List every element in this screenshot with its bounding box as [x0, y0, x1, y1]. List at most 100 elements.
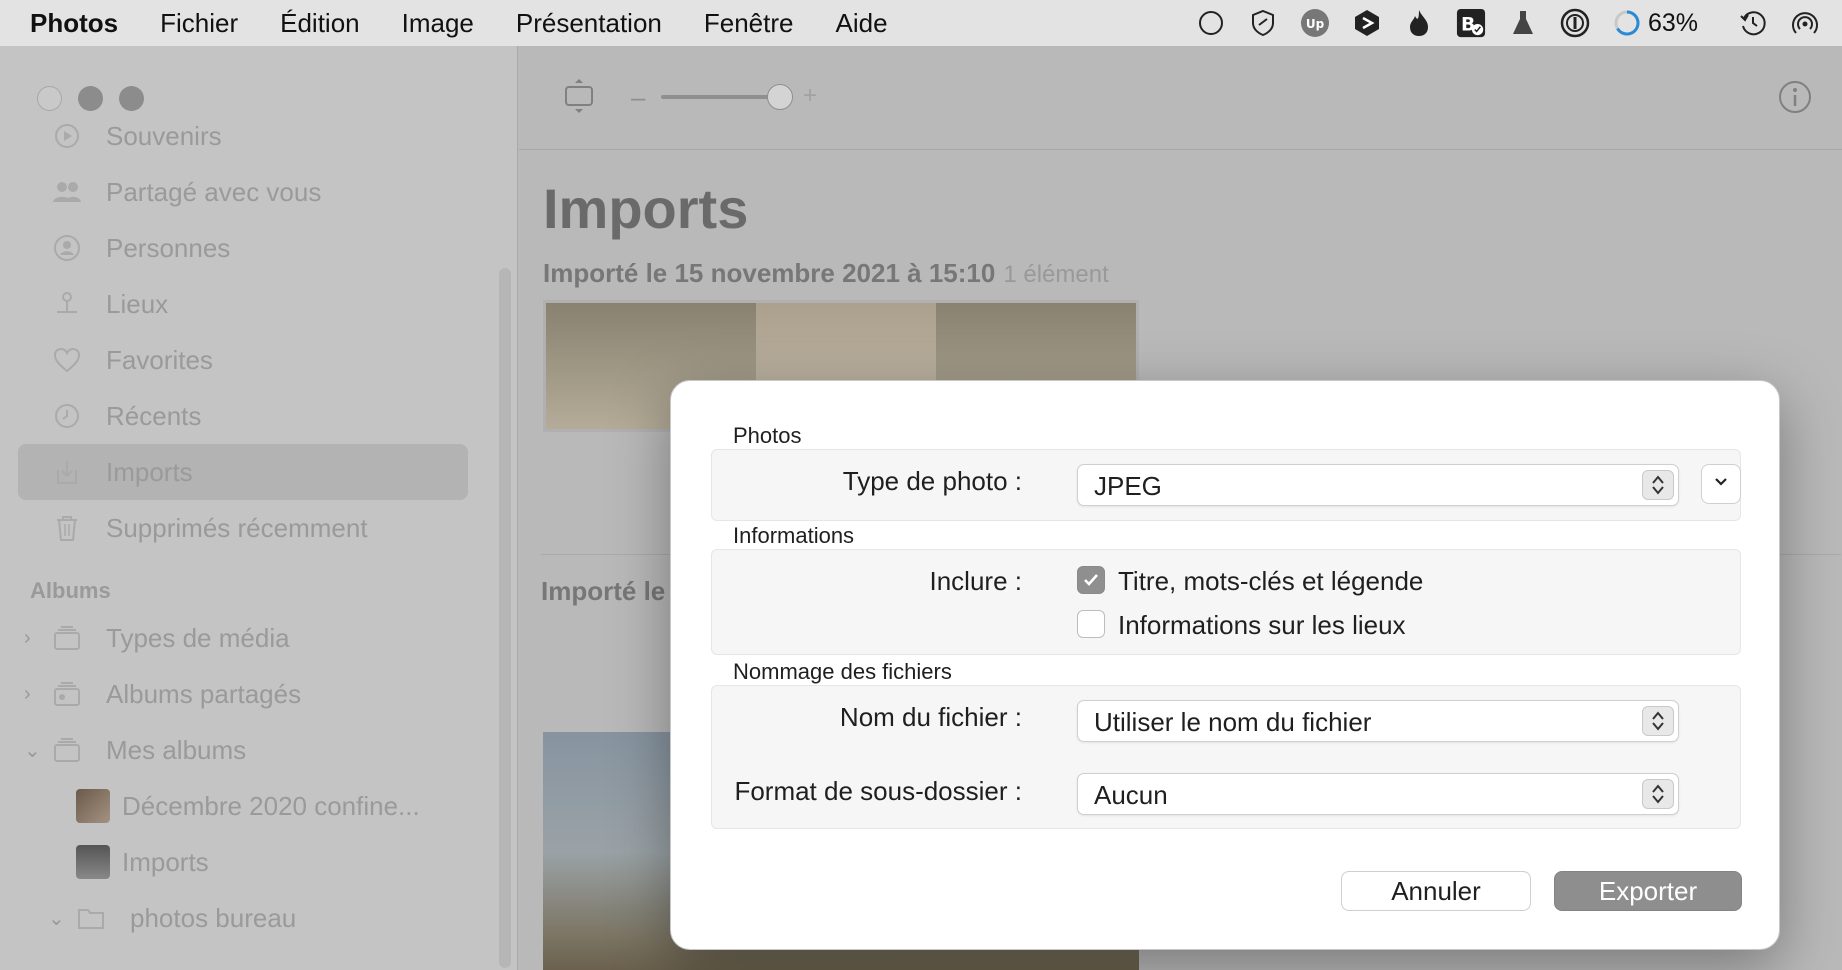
- import-group-header: Importé le 15 novembre 2021 à 15:10 1 élé…: [543, 258, 1109, 289]
- sidebar-album-imports[interactable]: Imports: [18, 834, 468, 890]
- filename-label: Nom du fichier :: [839, 702, 1022, 732]
- sidebar-item-label: Décembre 2020 confine...: [122, 790, 420, 821]
- albums-header: Albums: [30, 578, 111, 603]
- chevron-right-icon[interactable]: ›: [24, 627, 52, 650]
- sidebar-album-partages[interactable]: › Albums partagés: [18, 666, 468, 722]
- cancel-button[interactable]: Annuler: [1341, 871, 1531, 911]
- svg-text:Up: Up: [1306, 17, 1325, 31]
- import-date-2: Importé le: [541, 576, 666, 606]
- menu-fichier[interactable]: Fichier: [160, 8, 238, 39]
- chevron-down-icon: [1713, 475, 1729, 493]
- informations-group: Inclure : Titre, mots-clés et légende In…: [711, 549, 1741, 655]
- chevron-down-icon[interactable]: ⌄: [24, 738, 52, 763]
- bear-check-icon[interactable]: B: [1456, 8, 1486, 38]
- sidebar-item-label: Imports: [122, 846, 209, 877]
- import-date: Importé le 15 novembre 2021 à 15:10: [543, 258, 996, 288]
- sidebar-item-recents[interactable]: Récents: [18, 388, 468, 444]
- sidebar-list: Souvenirs Partagé avec vous Personnes Li…: [18, 108, 468, 946]
- sidebar-item-label: photos bureau: [130, 902, 297, 933]
- photo-type-select[interactable]: JPEG: [1077, 464, 1679, 506]
- photos-group: Type de photo : JPEG: [711, 449, 1741, 521]
- export-dialog: Photos Type de photo : JPEG Informations…: [670, 380, 1780, 950]
- album-stack-icon: [52, 623, 82, 653]
- status-area: Up B 63%: [1196, 0, 1842, 46]
- filename-select[interactable]: Utiliser le nom du fichier: [1077, 700, 1679, 742]
- zoom-out-icon[interactable]: –: [631, 82, 645, 113]
- shortcut-icon[interactable]: [1352, 8, 1382, 38]
- photo-type-label: Type de photo :: [842, 466, 1022, 496]
- menu-bar: Photos Fichier Édition Image Présentatio…: [0, 0, 1842, 46]
- heart-icon: [52, 345, 82, 375]
- clock-icon: [52, 401, 82, 431]
- include-title-checkbox[interactable]: [1077, 566, 1105, 594]
- include-location-checkbox[interactable]: [1077, 610, 1105, 638]
- export-button[interactable]: Exporter: [1554, 871, 1742, 911]
- filename-value: Utiliser le nom du fichier: [1094, 707, 1372, 737]
- sidebar-item-supprimes[interactable]: Supprimés récemment: [18, 500, 468, 556]
- sidebar-item-label: Partagé avec vous: [106, 176, 322, 207]
- airdrop-icon[interactable]: [1790, 8, 1820, 38]
- person-circle-icon: [52, 233, 82, 263]
- sidebar-folder-photos-bureau[interactable]: ⌄ photos bureau: [18, 890, 468, 946]
- menu-fenetre[interactable]: Fenêtre: [704, 8, 794, 39]
- sidebar-item-personnes[interactable]: Personnes: [18, 220, 468, 276]
- sidebar-item-lieux[interactable]: Lieux: [18, 276, 468, 332]
- onepassword-icon[interactable]: [1560, 8, 1590, 38]
- upwork-icon[interactable]: Up: [1300, 8, 1330, 38]
- shield-link-icon[interactable]: [1248, 8, 1278, 38]
- sidebar-item-label: Favorites: [106, 344, 213, 375]
- album-thumbnail: [76, 789, 110, 823]
- circle-icon[interactable]: [1196, 8, 1226, 38]
- sidebar-item-label: Imports: [106, 456, 193, 487]
- include-title-label: Titre, mots-clés et légende: [1118, 566, 1424, 596]
- flask-icon[interactable]: [1508, 8, 1538, 38]
- import-count: 1 élément: [1003, 261, 1109, 288]
- toolbar: – +: [519, 46, 1842, 150]
- subfolder-label: Format de sous-dossier :: [734, 776, 1022, 806]
- subfolder-select[interactable]: Aucun: [1077, 773, 1679, 815]
- details-disclosure-button[interactable]: [1701, 464, 1741, 504]
- pin-icon: [52, 289, 82, 319]
- nommage-group: Nom du fichier : Utiliser le nom du fich…: [711, 685, 1741, 829]
- sidebar-scrollbar[interactable]: [499, 268, 511, 968]
- shared-album-icon: [52, 679, 82, 709]
- zoom-slider[interactable]: [661, 95, 779, 99]
- subfolder-value: Aucun: [1094, 780, 1168, 810]
- sidebar-album-decembre[interactable]: Décembre 2020 confine...: [18, 778, 468, 834]
- album-thumbnail: [76, 845, 110, 879]
- zoom-in-icon[interactable]: +: [803, 82, 817, 110]
- sidebar-item-favorites[interactable]: Favorites: [18, 332, 468, 388]
- time-machine-icon[interactable]: [1738, 8, 1768, 38]
- sidebar-item-label: Récents: [106, 400, 202, 431]
- sidebar-item-imports[interactable]: Imports: [18, 444, 468, 500]
- sidebar-album-mes-albums[interactable]: ⌄ Mes albums: [18, 722, 468, 778]
- sidebar: Souvenirs Partagé avec vous Personnes Li…: [0, 46, 518, 970]
- sidebar-album-types-media[interactable]: › Types de média: [18, 610, 468, 666]
- chevron-right-icon[interactable]: ›: [24, 683, 52, 706]
- up-down-arrows-icon: [1642, 470, 1674, 500]
- sidebar-item-souvenirs[interactable]: Souvenirs: [18, 108, 468, 164]
- menu-presentation[interactable]: Présentation: [516, 8, 662, 39]
- battery-percent[interactable]: 63%: [1648, 9, 1698, 38]
- import-icon: [52, 457, 82, 487]
- section-informations: Informations: [733, 523, 855, 548]
- menu-app-photos[interactable]: Photos: [30, 8, 118, 39]
- menu-aide[interactable]: Aide: [835, 8, 887, 39]
- sidebar-item-partage[interactable]: Partagé avec vous: [18, 164, 468, 220]
- section-photos: Photos: [733, 423, 802, 448]
- battery-ring-icon[interactable]: [1612, 8, 1642, 38]
- info-icon[interactable]: [1778, 80, 1812, 114]
- menu-edition[interactable]: Édition: [280, 8, 360, 39]
- include-location-label: Informations sur les lieux: [1118, 610, 1406, 640]
- fit-view-icon[interactable]: [563, 78, 595, 114]
- chevron-down-icon[interactable]: ⌄: [48, 906, 76, 931]
- folder-icon: [76, 903, 106, 933]
- sidebar-item-label: Souvenirs: [106, 120, 222, 151]
- menu-image[interactable]: Image: [402, 8, 474, 39]
- include-label: Inclure :: [929, 566, 1023, 596]
- sidebar-item-label: Supprimés récemment: [106, 512, 368, 543]
- zoom-slider-knob[interactable]: [767, 84, 793, 110]
- flame-icon[interactable]: [1404, 8, 1434, 38]
- people-share-icon: [52, 177, 82, 207]
- section-nommage: Nommage des fichiers: [733, 659, 952, 684]
